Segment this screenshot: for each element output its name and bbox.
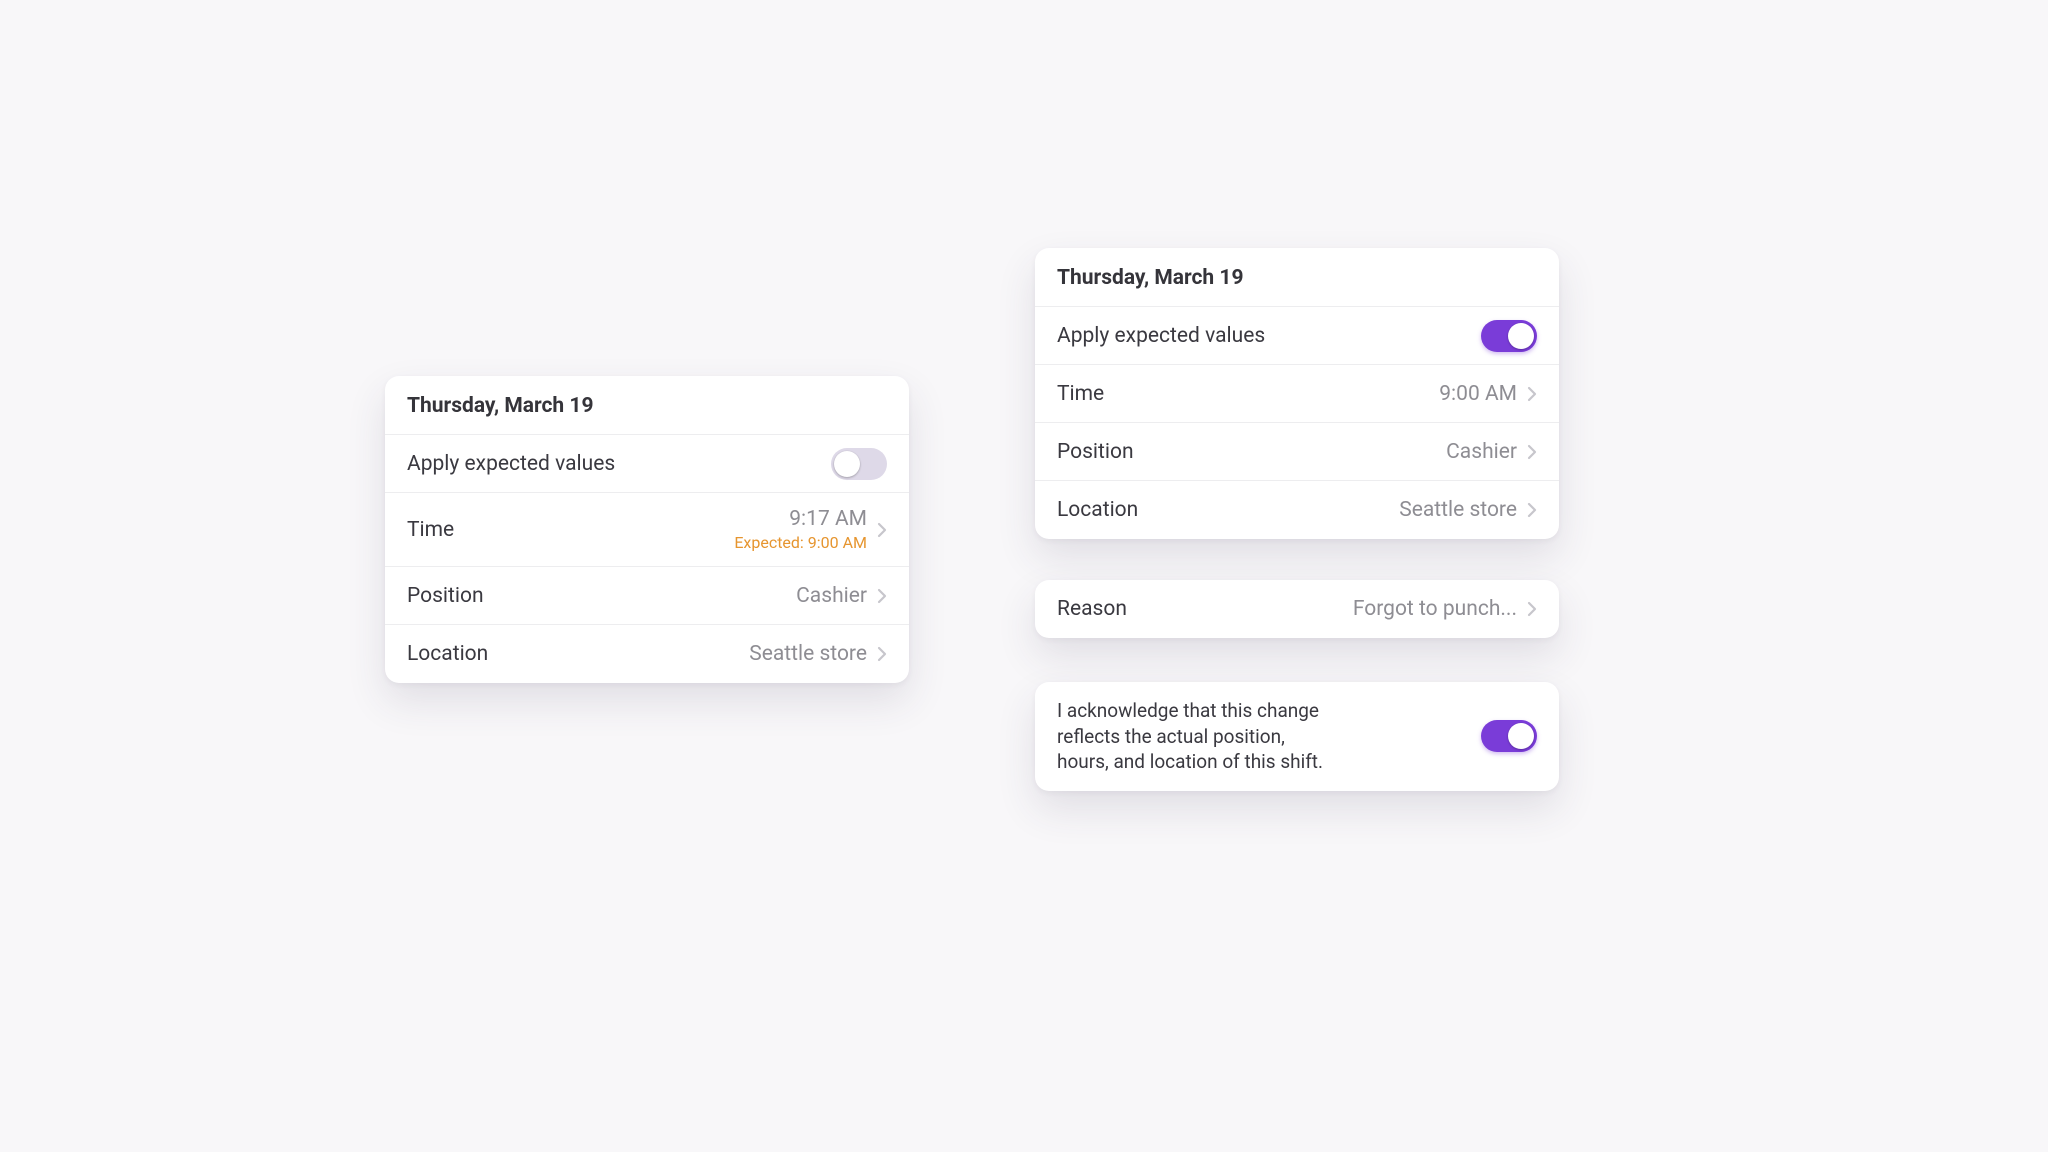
apply-expected-toggle[interactable]: [1481, 320, 1537, 352]
chevron-right-icon: [877, 588, 887, 604]
toggle-knob: [1508, 723, 1534, 749]
position-label: Position: [1057, 440, 1134, 464]
position-row[interactable]: Position Cashier: [1035, 423, 1559, 481]
apply-expected-row[interactable]: Apply expected values: [385, 435, 909, 493]
acknowledge-card: I acknowledge that this change reflects …: [1035, 682, 1559, 791]
time-row[interactable]: Time 9:00 AM: [1035, 365, 1559, 423]
shift-card-right: Thursday, March 19 Apply expected values…: [1035, 248, 1559, 539]
apply-expected-label: Apply expected values: [1057, 324, 1265, 348]
acknowledge-text: I acknowledge that this change reflects …: [1057, 698, 1327, 775]
chevron-right-icon: [1527, 386, 1537, 402]
position-value: Cashier: [1446, 440, 1517, 464]
reason-card: Reason Forgot to punch...: [1035, 580, 1559, 638]
chevron-right-icon: [1527, 444, 1537, 460]
chevron-right-icon: [1527, 502, 1537, 518]
location-row[interactable]: Location Seattle store: [1035, 481, 1559, 539]
card-header: Thursday, March 19: [1035, 248, 1559, 307]
time-label: Time: [1057, 382, 1104, 406]
chevron-right-icon: [877, 522, 887, 538]
toggle-knob: [834, 451, 860, 477]
shift-card-left: Thursday, March 19 Apply expected values…: [385, 376, 909, 683]
location-value: Seattle store: [749, 642, 867, 666]
reason-value: Forgot to punch...: [1353, 597, 1517, 621]
toggle-knob: [1508, 323, 1534, 349]
location-label: Location: [1057, 498, 1138, 522]
chevron-right-icon: [877, 646, 887, 662]
location-label: Location: [407, 642, 488, 666]
position-row[interactable]: Position Cashier: [385, 567, 909, 625]
apply-expected-row[interactable]: Apply expected values: [1035, 307, 1559, 365]
apply-expected-label: Apply expected values: [407, 452, 615, 476]
reason-label: Reason: [1057, 597, 1127, 621]
acknowledge-toggle[interactable]: [1481, 720, 1537, 752]
time-value: 9:17 AM: [789, 507, 867, 531]
location-row[interactable]: Location Seattle store: [385, 625, 909, 683]
location-value: Seattle store: [1399, 498, 1517, 522]
time-expected: Expected: 9:00 AM: [734, 533, 867, 552]
time-value: 9:00 AM: [1439, 382, 1517, 406]
position-label: Position: [407, 584, 484, 608]
time-row[interactable]: Time 9:17 AM Expected: 9:00 AM: [385, 493, 909, 567]
reason-row[interactable]: Reason Forgot to punch...: [1035, 580, 1559, 638]
chevron-right-icon: [1527, 601, 1537, 617]
time-label: Time: [407, 518, 454, 542]
card-header: Thursday, March 19: [385, 376, 909, 435]
position-value: Cashier: [796, 584, 867, 608]
apply-expected-toggle[interactable]: [831, 448, 887, 480]
acknowledge-row[interactable]: I acknowledge that this change reflects …: [1035, 682, 1559, 791]
